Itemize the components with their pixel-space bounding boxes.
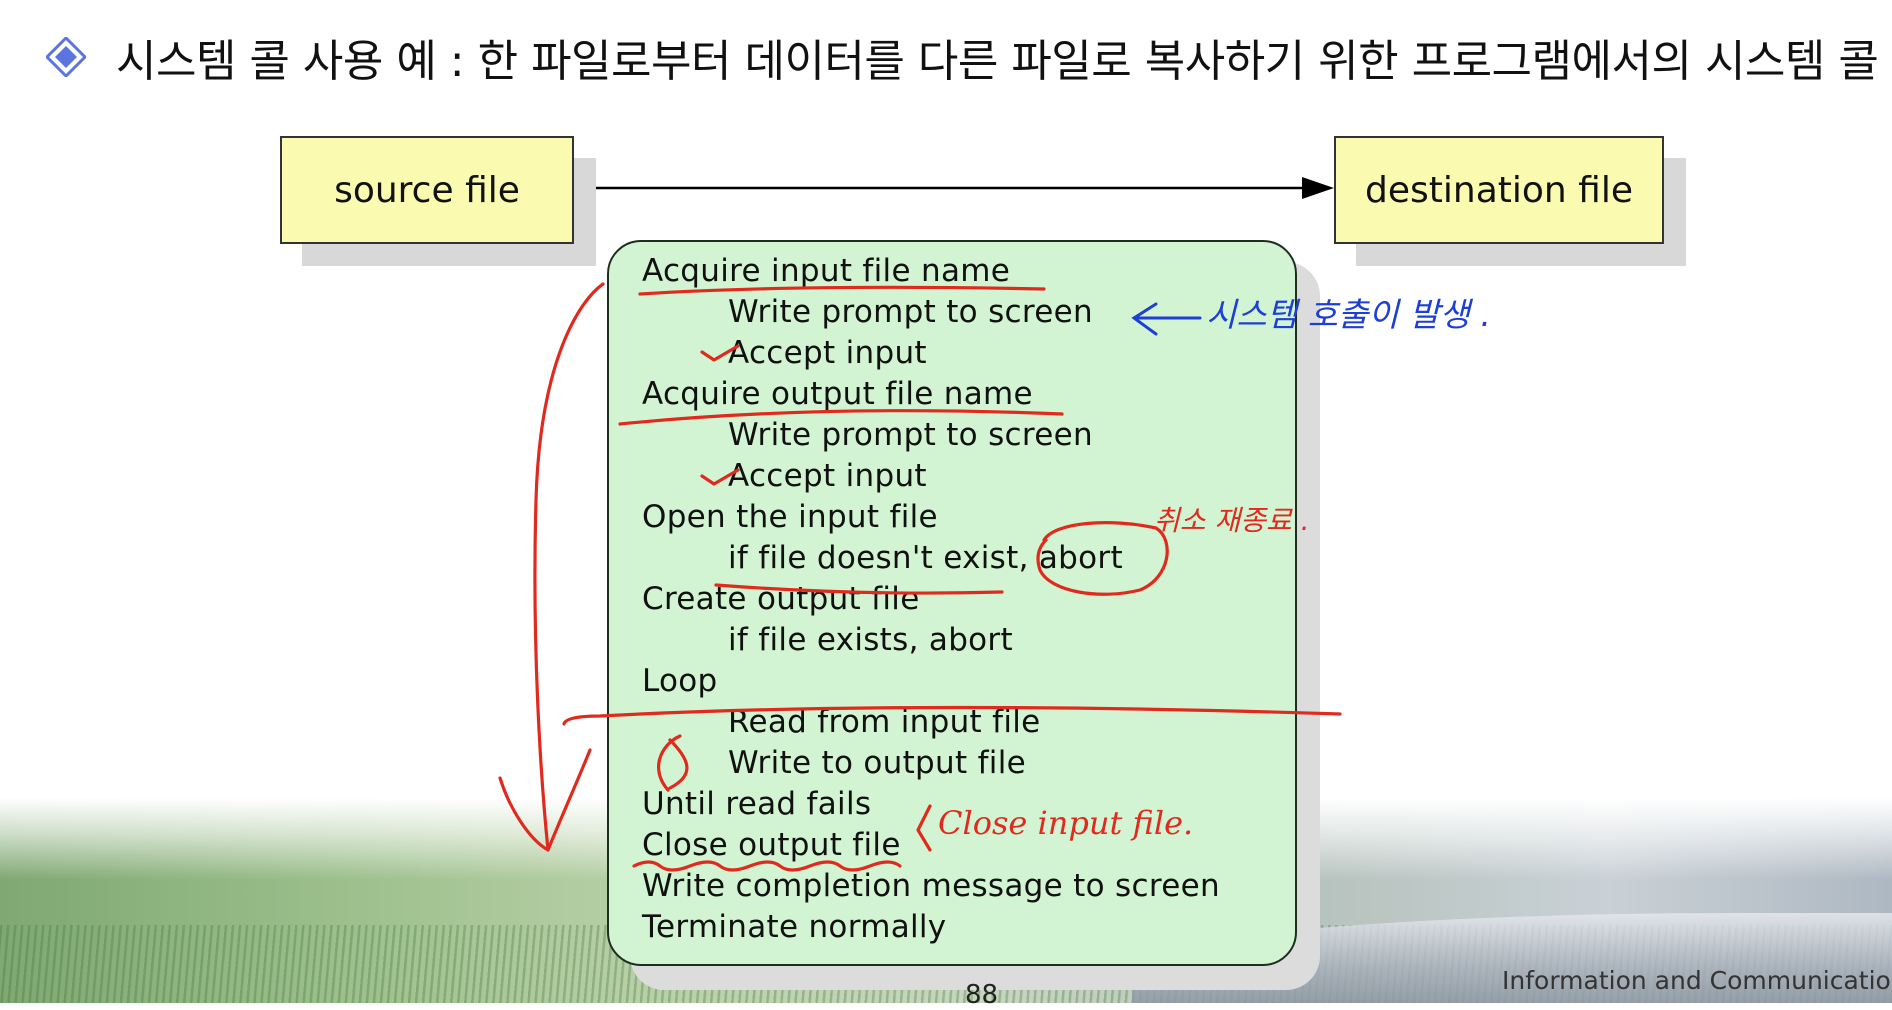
step-accept-input-2: Accept input <box>728 458 927 494</box>
destination-file-box: destination file <box>1334 136 1664 244</box>
page-number: 88 <box>965 980 999 1010</box>
source-file-label: source file <box>334 169 520 211</box>
step-write-prompt-2: Write prompt to screen <box>728 417 1093 453</box>
step-acquire-input-name: Acquire input file name <box>642 253 1011 289</box>
slide-title: 시스템 콜 사용 예 : 한 파일로부터 데이터를 다른 파일로 복사하기 위한… <box>44 22 1879 92</box>
step-accept-input-1: Accept input <box>728 335 927 371</box>
step-write-completion: Write completion message to screen <box>642 868 1220 904</box>
step-loop: Loop <box>642 663 718 699</box>
step-read-input: Read from input file <box>728 704 1041 740</box>
step-abort-if-missing: if file doesn't exist, abort <box>728 540 1123 576</box>
step-until-read-fails: Until read fails <box>642 786 872 822</box>
footer-text: Information and Communication E <box>1502 966 1892 995</box>
step-abort-if-exists: if file exists, abort <box>728 622 1013 658</box>
step-open-input: Open the input file <box>642 499 938 535</box>
step-terminate: Terminate normally <box>642 909 947 945</box>
slide-title-text: 시스템 콜 사용 예 : 한 파일로부터 데이터를 다른 파일로 복사하기 위한… <box>116 36 1879 87</box>
step-close-output: Close output file <box>642 827 901 863</box>
step-write-output: Write to output file <box>728 745 1026 781</box>
destination-file-label: destination file <box>1365 169 1633 211</box>
step-write-prompt-1: Write prompt to screen <box>728 294 1093 330</box>
diamond-bullet-icon <box>44 35 88 79</box>
step-create-output: Create output file <box>642 581 920 617</box>
source-file-box: source file <box>280 136 574 244</box>
long-arrow-down <box>533 282 605 852</box>
step-acquire-output-name: Acquire output file name <box>642 376 1033 412</box>
